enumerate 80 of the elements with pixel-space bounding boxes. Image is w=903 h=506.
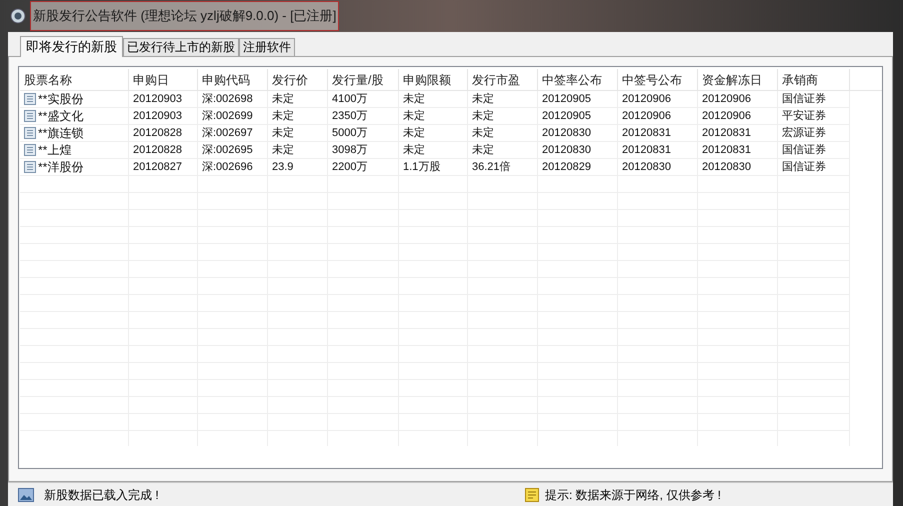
table-cell: 未定	[468, 125, 538, 142]
table-cell: 1.1万股	[399, 159, 468, 176]
column-header[interactable]: 发行市盈	[468, 69, 538, 90]
table-cell: 20120906	[618, 108, 698, 125]
table-cell: 20120827	[129, 159, 198, 176]
table-cell: 未定	[399, 91, 468, 108]
table-cell: 20120828	[129, 142, 198, 159]
table-cell: 20120905	[538, 108, 618, 125]
table-cell: 3098万	[328, 142, 399, 159]
table-cell: 未定	[268, 125, 328, 142]
table-cell: 未定	[268, 142, 328, 159]
table-cell-text: **上煌	[38, 142, 72, 159]
table-cell: 2350万	[328, 108, 399, 125]
table-cell: 20120906	[698, 91, 778, 108]
table-cell: 20120906	[698, 108, 778, 125]
table-cell-text: **实股份	[38, 91, 84, 108]
table-cell: 未定	[268, 91, 328, 108]
table-cell-text: **旗连锁	[38, 125, 84, 142]
document-icon	[24, 161, 36, 173]
column-header[interactable]: 中签号公布	[618, 69, 698, 90]
column-header[interactable]: 中签率公布	[538, 69, 618, 90]
status-hint: 提示: 数据来源于网络, 仅供参考 !	[544, 486, 721, 504]
table-cell: 20120905	[538, 91, 618, 108]
table-cell: 20120830	[538, 142, 618, 159]
table-cell: 深:002696	[198, 159, 268, 176]
picture-icon	[18, 488, 34, 502]
table-cell: 5000万	[328, 125, 399, 142]
column-header[interactable]: 发行量/股	[328, 69, 399, 90]
column-header[interactable]: 承销商	[778, 69, 850, 90]
table-cell: 20120831	[618, 125, 698, 142]
table-cell: 深:002699	[198, 108, 268, 125]
table-cell: 平安证券	[778, 108, 850, 125]
document-icon	[24, 127, 36, 139]
table-cell: 未定	[468, 108, 538, 125]
table-cell: 国信证券	[778, 159, 850, 176]
tab[interactable]: 即将发行的新股	[20, 36, 123, 57]
column-header[interactable]: 资金解冻日	[698, 69, 778, 90]
table-cell: 宏源证券	[778, 125, 850, 142]
column-header[interactable]: 申购代码	[198, 69, 268, 90]
window-title: 新股发行公告软件 (理想论坛 yzlj破解9.0.0) - [已注册]	[30, 1, 340, 31]
column-header[interactable]: 申购日	[129, 69, 198, 90]
table-cell: 深:002697	[198, 125, 268, 142]
document-icon	[24, 110, 36, 122]
document-icon	[24, 93, 36, 105]
table-cell: 20120830	[618, 159, 698, 176]
table-cell-text: **洋股份	[38, 159, 84, 176]
column-header[interactable]: 股票名称	[20, 69, 129, 90]
table-cell: 2200万	[328, 159, 399, 176]
table-cell: 20120906	[618, 91, 698, 108]
table-cell: 国信证券	[778, 91, 850, 108]
table-cell: 23.9	[268, 159, 328, 176]
table-cell: 未定	[399, 142, 468, 159]
status-message: 新股数据已载入完成 !	[44, 486, 159, 504]
note-icon	[524, 488, 539, 502]
table-cell: 未定	[268, 108, 328, 125]
table-cell: 36.21倍	[468, 159, 538, 176]
table-cell: 未定	[399, 108, 468, 125]
table-cell-text: **盛文化	[38, 108, 84, 125]
table-cell: 20120831	[698, 125, 778, 142]
table-cell: 未定	[468, 142, 538, 159]
table-cell: 20120903	[129, 91, 198, 108]
table-cell: 20120831	[618, 142, 698, 159]
column-header[interactable]: 发行价	[268, 69, 328, 90]
tab[interactable]: 已发行待上市的新股	[123, 38, 239, 56]
table-cell: 未定	[468, 91, 538, 108]
table-cell: 未定	[399, 125, 468, 142]
table-cell: 4100万	[328, 91, 399, 108]
table-cell: 20120828	[129, 125, 198, 142]
table-cell: 20120830	[698, 159, 778, 176]
tab[interactable]: 注册软件	[239, 38, 295, 56]
table-cell: 20120903	[129, 108, 198, 125]
document-icon	[24, 144, 36, 156]
table-cell: 20120830	[538, 125, 618, 142]
table-cell: 20120831	[698, 142, 778, 159]
app-icon	[10, 8, 26, 24]
table-cell: 20120829	[538, 159, 618, 176]
column-header[interactable]: 申购限额	[399, 69, 468, 90]
table-cell: 深:002698	[198, 91, 268, 108]
table-cell: 深:002695	[198, 142, 268, 159]
table-cell: 国信证券	[778, 142, 850, 159]
